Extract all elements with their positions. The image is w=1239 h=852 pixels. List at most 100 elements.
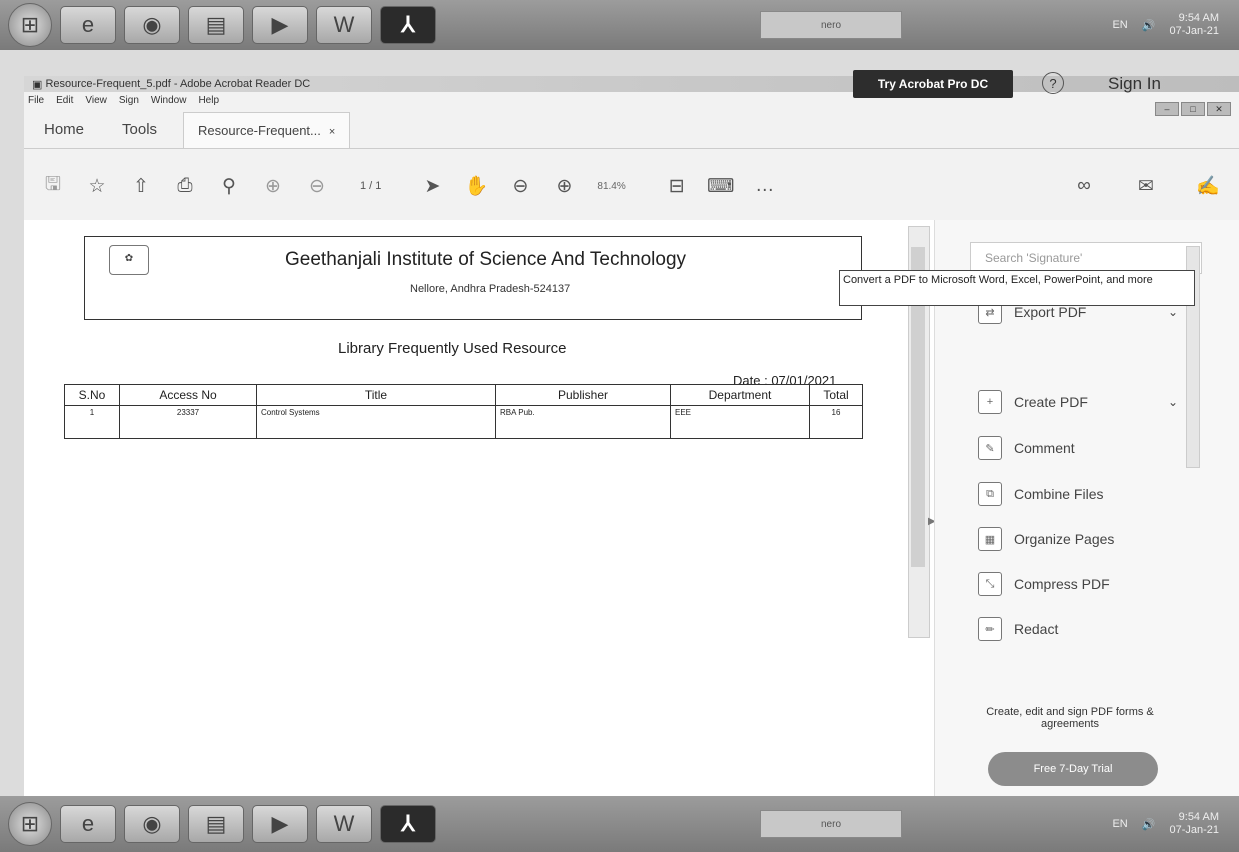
cell-sno: 1 (64, 405, 120, 439)
redact-icon: ✏ (978, 617, 1002, 641)
upload-icon[interactable]: ⇧ (126, 171, 156, 201)
chevron-down-icon[interactable]: ⌄ (1168, 305, 1178, 319)
taskbar-bottom: ⊞ e ◉ ▤ ▶ W ⅄ nero EN 🔊 9:54 AM 07-Jan-2… (0, 796, 1239, 852)
folder-icon[interactable]: ▤ (188, 6, 244, 44)
ie-icon[interactable]: e (60, 6, 116, 44)
zoom-level[interactable]: 81.4% (597, 181, 625, 192)
system-tray: EN 🔊 9:54 AM 07-Jan-21 (1112, 12, 1219, 38)
tab-home[interactable]: Home (24, 121, 102, 148)
nero-search[interactable]: nero (760, 810, 902, 838)
toolbar-right: ∞ ✉ ✍ (1055, 171, 1223, 201)
export-pdf-tooltip: Convert a PDF to Microsoft Word, Excel, … (839, 270, 1195, 306)
email-icon[interactable]: ✉ (1131, 171, 1161, 201)
keyboard-icon[interactable]: ⌨ (706, 171, 736, 201)
acrobat-icon[interactable]: ⅄ (380, 805, 436, 843)
acrobat-icon[interactable]: ⅄ (380, 6, 436, 44)
col-publisher: Publisher (495, 384, 671, 406)
search-icon[interactable]: ⚲ (214, 171, 244, 201)
create-pdf-icon: + (978, 390, 1002, 414)
comment-icon: ✎ (978, 436, 1002, 460)
menu-file[interactable]: File (28, 95, 44, 106)
media-player-icon[interactable]: ▶ (252, 805, 308, 843)
tab-tools[interactable]: Tools (102, 121, 175, 148)
col-title: Title (256, 384, 496, 406)
window-title: Resource-Frequent_5.pdf - Adobe Acrobat … (45, 78, 311, 90)
compress-pdf-item[interactable]: ⤡ Compress PDF (978, 572, 1110, 596)
menu-sign[interactable]: Sign (119, 95, 139, 106)
institution-name: Geethanjali Institute of Science And Tec… (285, 249, 687, 270)
col-department: Department (670, 384, 810, 406)
create-pdf-item[interactable]: + Create PDF ⌄ (978, 390, 1178, 414)
col-sno: S.No (64, 384, 120, 406)
hand-tool-icon[interactable]: ✋ (461, 171, 491, 201)
menu-bar: File Edit View Sign Window Help (24, 92, 1239, 108)
ie-icon[interactable]: e (60, 805, 116, 843)
cell-publisher: RBA Pub. (495, 405, 671, 439)
system-tray: EN 🔊 9:54 AM 07-Jan-21 (1112, 811, 1219, 837)
start-button[interactable]: ⊞ (8, 802, 52, 846)
clock[interactable]: 9:54 AM 07-Jan-21 (1169, 12, 1219, 38)
media-player-icon[interactable]: ▶ (252, 6, 308, 44)
chevron-down-icon[interactable]: ⌄ (1168, 395, 1178, 409)
zoom-in-icon[interactable]: ⊕ (549, 171, 579, 201)
redact-item[interactable]: ✏ Redact (978, 617, 1058, 641)
language-indicator[interactable]: EN (1112, 818, 1127, 830)
resource-table: S.No Access No Title Publisher Departmen… (64, 384, 863, 439)
combine-files-item[interactable]: ⧉ Combine Files (978, 482, 1103, 506)
cell-total: 16 (809, 405, 863, 439)
print-icon[interactable]: ⎙ (170, 171, 200, 201)
taskbar-top: ⊞ e ◉ ▤ ▶ W ⅄ nero EN 🔊 9:54 AM 07-Jan-2… (0, 0, 1239, 50)
clock[interactable]: 9:54 AM 07-Jan-21 (1169, 811, 1219, 837)
tab-document-label: Resource-Frequent... (198, 123, 321, 138)
start-button[interactable]: ⊞ (8, 3, 52, 47)
menu-edit[interactable]: Edit (56, 95, 73, 106)
compress-pdf-icon: ⤡ (978, 572, 1002, 596)
help-icon[interactable]: ? (1042, 72, 1064, 94)
folder-icon[interactable]: ▤ (188, 805, 244, 843)
table-row: 1 23337 Control Systems RBA Pub. EEE 16 (64, 405, 863, 439)
try-acrobat-pro-button[interactable]: Try Acrobat Pro DC (853, 70, 1013, 98)
cell-department: EEE (670, 405, 810, 439)
browser-icon[interactable]: ◉ (124, 805, 180, 843)
promo-text: Create, edit and sign PDF forms & agreem… (986, 706, 1154, 730)
menu-window[interactable]: Window (151, 95, 187, 106)
tab-bar: Home Tools Resource-Frequent... × (24, 108, 1239, 149)
page-indicator[interactable]: 1 / 1 (360, 180, 381, 192)
volume-icon[interactable]: 🔊 (1142, 19, 1156, 32)
language-indicator[interactable]: EN (1112, 19, 1127, 31)
volume-icon[interactable]: 🔊 (1142, 818, 1156, 831)
institution-logo: ✿ (109, 245, 149, 275)
organize-pages-item[interactable]: ▦ Organize Pages (978, 527, 1114, 551)
menu-help[interactable]: Help (198, 95, 219, 106)
table-header-row: S.No Access No Title Publisher Departmen… (64, 384, 863, 406)
close-tab-icon[interactable]: × (329, 126, 335, 138)
select-cursor-icon[interactable]: ➤ (417, 171, 447, 201)
bookmark-star-icon[interactable]: ☆ (82, 171, 112, 201)
more-icon[interactable]: … (750, 171, 780, 201)
report-title: Library Frequently Used Resource (338, 340, 567, 357)
save-icon[interactable]: 🖫 (38, 171, 68, 201)
nero-search[interactable]: nero (760, 11, 902, 39)
next-page-icon[interactable]: ⊖ (302, 171, 332, 201)
menu-view[interactable]: View (85, 95, 107, 106)
free-trial-button[interactable]: Free 7-Day Trial (988, 752, 1158, 786)
organize-pages-icon: ▦ (978, 527, 1002, 551)
comment-item[interactable]: ✎ Comment (978, 436, 1075, 460)
share-link-icon[interactable]: ∞ (1069, 171, 1099, 201)
word-icon[interactable]: W (316, 805, 372, 843)
sign-in-link[interactable]: Sign In (1108, 74, 1161, 94)
tab-document[interactable]: Resource-Frequent... × (183, 112, 351, 148)
zoom-out-icon[interactable]: ⊖ (505, 171, 535, 201)
page-fit-icon[interactable]: ⊟ (662, 171, 692, 201)
word-icon[interactable]: W (316, 6, 372, 44)
cell-title: Control Systems (256, 405, 496, 439)
institution-address: Nellore, Andhra Pradesh-524137 (410, 283, 571, 295)
fill-sign-icon[interactable]: ✍ (1193, 171, 1223, 201)
col-total: Total (809, 384, 863, 406)
browser-icon[interactable]: ◉ (124, 6, 180, 44)
col-access-no: Access No (119, 384, 257, 406)
cell-access-no: 23337 (119, 405, 257, 439)
acrobat-small-icon: ▣ (32, 78, 46, 91)
toolbar: 🖫 ☆ ⇧ ⎙ ⚲ ⊕ ⊖ 1 / 1 ➤ ✋ ⊖ ⊕ 81.4% ⊟ ⌨ … … (24, 164, 1239, 208)
prev-page-icon[interactable]: ⊕ (258, 171, 288, 201)
